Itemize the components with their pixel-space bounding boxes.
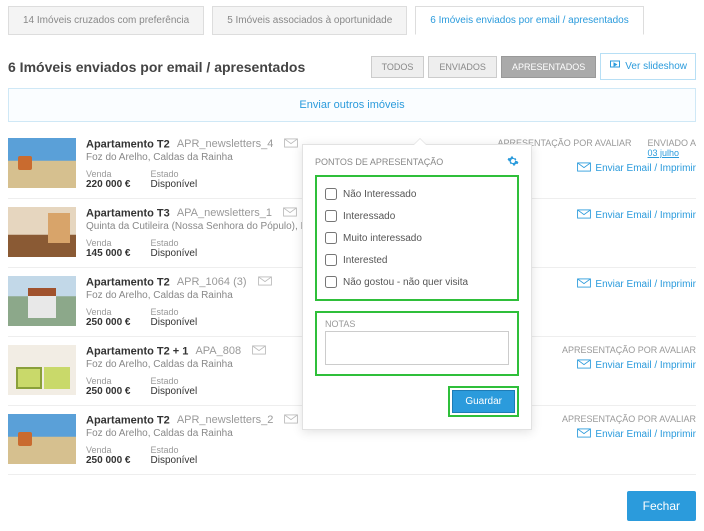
save-button[interactable]: Guardar [452, 390, 515, 413]
envelope-icon [283, 207, 297, 220]
filter-presented[interactable]: APRESENTADOS [501, 56, 596, 78]
tab-associated[interactable]: 5 Imóveis associados à oportunidade [212, 6, 407, 35]
envelope-icon [284, 414, 298, 427]
slideshow-button[interactable]: Ver slideshow [600, 53, 696, 80]
checkbox[interactable] [325, 210, 337, 222]
send-email-link[interactable]: Enviar Email / Imprimir [577, 359, 696, 372]
option-interessado[interactable]: Interessado [325, 205, 509, 227]
property-thumb[interactable] [8, 207, 76, 257]
save-highlight: Guardar [448, 386, 519, 417]
option-nao-gostou[interactable]: Não gostou - não quer visita [325, 271, 509, 293]
property-price: 250 000 € [86, 386, 131, 397]
property-ref: APR_newsletters_2 [177, 414, 274, 426]
options-box: Não Interessado Interessado Muito intere… [315, 175, 519, 301]
property-price: 145 000 € [86, 248, 131, 259]
send-email-link[interactable]: Enviar Email / Imprimir [577, 278, 696, 291]
status-label: Estado [151, 238, 198, 248]
property-ref: APA_newsletters_1 [177, 207, 272, 219]
property-thumb[interactable] [8, 414, 76, 464]
send-other-banner[interactable]: Enviar outros imóveis [8, 88, 696, 122]
envelope-icon [284, 138, 298, 151]
notes-box: NOTAS [315, 311, 519, 376]
envelope-icon [577, 209, 591, 222]
property-status: Disponível [151, 455, 198, 466]
envelope-icon [577, 428, 591, 441]
property-title[interactable]: Apartamento T2 [86, 414, 170, 426]
type-label: Venda [86, 307, 131, 317]
eval-label: APRESENTAÇÃO POR AVALIAR [562, 345, 696, 355]
eval-label: APRESENTAÇÃO POR AVALIAR [562, 414, 696, 424]
action-label: Enviar Email / Imprimir [595, 360, 696, 371]
envelope-icon [577, 359, 591, 372]
send-email-link[interactable]: Enviar Email / Imprimir [577, 209, 696, 222]
property-title[interactable]: Apartamento T3 [86, 207, 170, 219]
option-interested[interactable]: Interested [325, 249, 509, 271]
status-label: Estado [151, 376, 198, 386]
checkbox[interactable] [325, 254, 337, 266]
property-thumb[interactable] [8, 345, 76, 395]
option-label: Não gostou - não quer visita [343, 277, 468, 288]
notes-textarea[interactable] [325, 331, 509, 365]
tab-sent[interactable]: 6 Imóveis enviados por email / apresenta… [415, 6, 643, 35]
property-price: 220 000 € [86, 179, 131, 190]
slideshow-icon [609, 59, 621, 74]
type-label: Venda [86, 238, 131, 248]
status-label: Estado [151, 169, 198, 179]
property-status: Disponível [151, 317, 198, 328]
action-label: Enviar Email / Imprimir [595, 279, 696, 290]
property-ref: APR_newsletters_4 [177, 138, 274, 150]
status-label: Estado [151, 307, 198, 317]
type-label: Venda [86, 376, 131, 386]
property-price: 250 000 € [86, 317, 131, 328]
property-title[interactable]: Apartamento T2 + 1 [86, 345, 188, 357]
option-label: Não Interessado [343, 189, 416, 200]
property-status: Disponível [151, 386, 198, 397]
property-ref: APA_808 [195, 345, 241, 357]
type-label: Venda [86, 169, 131, 179]
envelope-icon [577, 162, 591, 175]
property-status: Disponível [151, 248, 198, 259]
notes-label: NOTAS [325, 319, 509, 329]
close-button[interactable]: Fechar [627, 491, 696, 521]
option-muito-interessado[interactable]: Muito interessado [325, 227, 509, 249]
property-title[interactable]: Apartamento T2 [86, 138, 170, 150]
tab-crossed[interactable]: 14 Imóveis cruzados com preferência [8, 6, 204, 35]
checkbox[interactable] [325, 188, 337, 200]
envelope-icon [252, 345, 266, 358]
sent-date[interactable]: 03 julho [647, 148, 696, 158]
presentation-popover: PONTOS DE APRESENTAÇÃO Não Interessado I… [302, 144, 532, 430]
send-email-link[interactable]: Enviar Email / Imprimir [577, 428, 696, 441]
filter-sent[interactable]: ENVIADOS [428, 56, 497, 78]
sent-label: ENVIADO A [647, 138, 696, 148]
checkbox[interactable] [325, 276, 337, 288]
property-title[interactable]: Apartamento T2 [86, 276, 170, 288]
action-label: Enviar Email / Imprimir [595, 210, 696, 221]
property-ref: APR_1064 (3) [177, 276, 247, 288]
type-label: Venda [86, 445, 131, 455]
option-label: Interessado [343, 211, 395, 222]
property-status: Disponível [151, 179, 198, 190]
option-label: Muito interessado [343, 233, 422, 244]
property-thumb[interactable] [8, 138, 76, 188]
checkbox[interactable] [325, 232, 337, 244]
envelope-icon [258, 276, 272, 289]
popover-title: PONTOS DE APRESENTAÇÃO [315, 157, 443, 167]
option-label: Interested [343, 255, 387, 266]
property-thumb[interactable] [8, 276, 76, 326]
status-label: Estado [151, 445, 198, 455]
send-email-link[interactable]: Enviar Email / Imprimir [577, 162, 696, 175]
action-label: Enviar Email / Imprimir [595, 163, 696, 174]
page-title: 6 Imóveis enviados por email / apresenta… [8, 59, 305, 75]
option-nao-interessado[interactable]: Não Interessado [325, 183, 509, 205]
gear-icon[interactable] [507, 155, 519, 169]
filter-all[interactable]: TODOS [371, 56, 425, 78]
action-label: Enviar Email / Imprimir [595, 429, 696, 440]
envelope-icon [577, 278, 591, 291]
slideshow-label: Ver slideshow [625, 61, 687, 72]
tabs-bar: 14 Imóveis cruzados com preferência 5 Im… [8, 6, 696, 35]
property-price: 250 000 € [86, 455, 131, 466]
